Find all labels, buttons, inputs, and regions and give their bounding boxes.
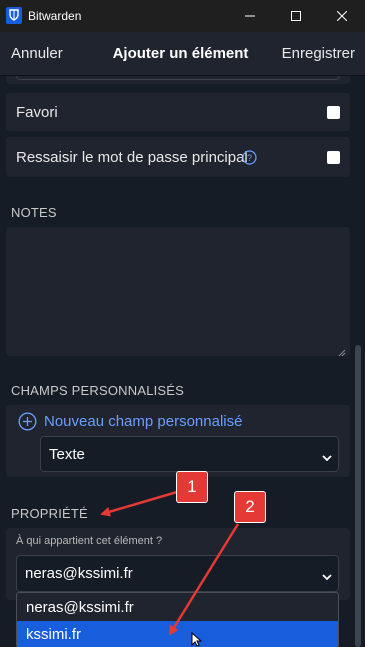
ownership-card: À qui appartient cet élément ? neras@kss… xyxy=(6,528,350,600)
custom-fields-card: Nouveau champ personnalisé Texte xyxy=(6,405,350,477)
resize-grip-icon[interactable] xyxy=(338,344,346,357)
reprompt-checkbox[interactable] xyxy=(327,151,340,164)
chevron-down-icon xyxy=(322,568,332,585)
help-circle-icon[interactable]: ? xyxy=(242,150,257,170)
page-header: Annuler Ajouter un élément Enregistrer xyxy=(0,32,365,76)
custom-field-type-value: Texte xyxy=(49,446,85,463)
favorite-label: Favori xyxy=(16,104,58,121)
custom-field-type-select[interactable]: Texte xyxy=(40,436,339,472)
previous-field-card xyxy=(6,76,350,84)
ownership-question: À qui appartient cet élément ? xyxy=(16,535,163,547)
maximize-icon[interactable] xyxy=(273,0,319,32)
ownership-section-title: PROPRIÉTÉ xyxy=(11,506,88,521)
previous-field-input[interactable] xyxy=(16,76,340,80)
minimize-icon[interactable] xyxy=(227,0,273,32)
notes-textarea[interactable] xyxy=(6,227,350,357)
save-button[interactable]: Enregistrer xyxy=(282,45,355,62)
reprompt-row[interactable]: Ressaisir le mot de passe principal ? xyxy=(6,137,350,177)
reprompt-label: Ressaisir le mot de passe principal xyxy=(16,149,248,166)
scrollbar-thumb[interactable] xyxy=(355,345,361,647)
window-title: Bitwarden xyxy=(28,9,82,23)
window-titlebar: Bitwarden xyxy=(0,0,365,32)
owner-dropdown-list: neras@kssimi.fr kssimi.fr xyxy=(16,592,339,647)
chevron-down-icon xyxy=(322,449,332,466)
favorite-row[interactable]: Favori xyxy=(6,93,350,131)
plus-circle-icon[interactable] xyxy=(18,412,37,436)
owner-option-highlighted[interactable]: kssimi.fr xyxy=(17,621,338,647)
bitwarden-logo-icon xyxy=(6,7,22,24)
close-icon[interactable] xyxy=(319,0,365,32)
owner-select[interactable]: neras@kssimi.fr xyxy=(16,555,339,592)
mouse-cursor-icon xyxy=(191,631,205,647)
item-form: Favori Ressaisir le mot de passe princip… xyxy=(0,76,365,647)
custom-fields-section-title: CHAMPS PERSONNALISÉS xyxy=(11,383,185,398)
callout-badge-1: 1 xyxy=(176,471,208,503)
notes-section-title: NOTES xyxy=(11,205,57,220)
favorite-checkbox[interactable] xyxy=(327,106,340,119)
callout-badge-2: 2 xyxy=(234,491,266,523)
svg-text:?: ? xyxy=(247,153,252,163)
owner-selected-value: neras@kssimi.fr xyxy=(25,565,133,582)
owner-option[interactable]: neras@kssimi.fr xyxy=(17,594,338,621)
new-custom-field-link[interactable]: Nouveau champ personnalisé xyxy=(44,413,242,430)
